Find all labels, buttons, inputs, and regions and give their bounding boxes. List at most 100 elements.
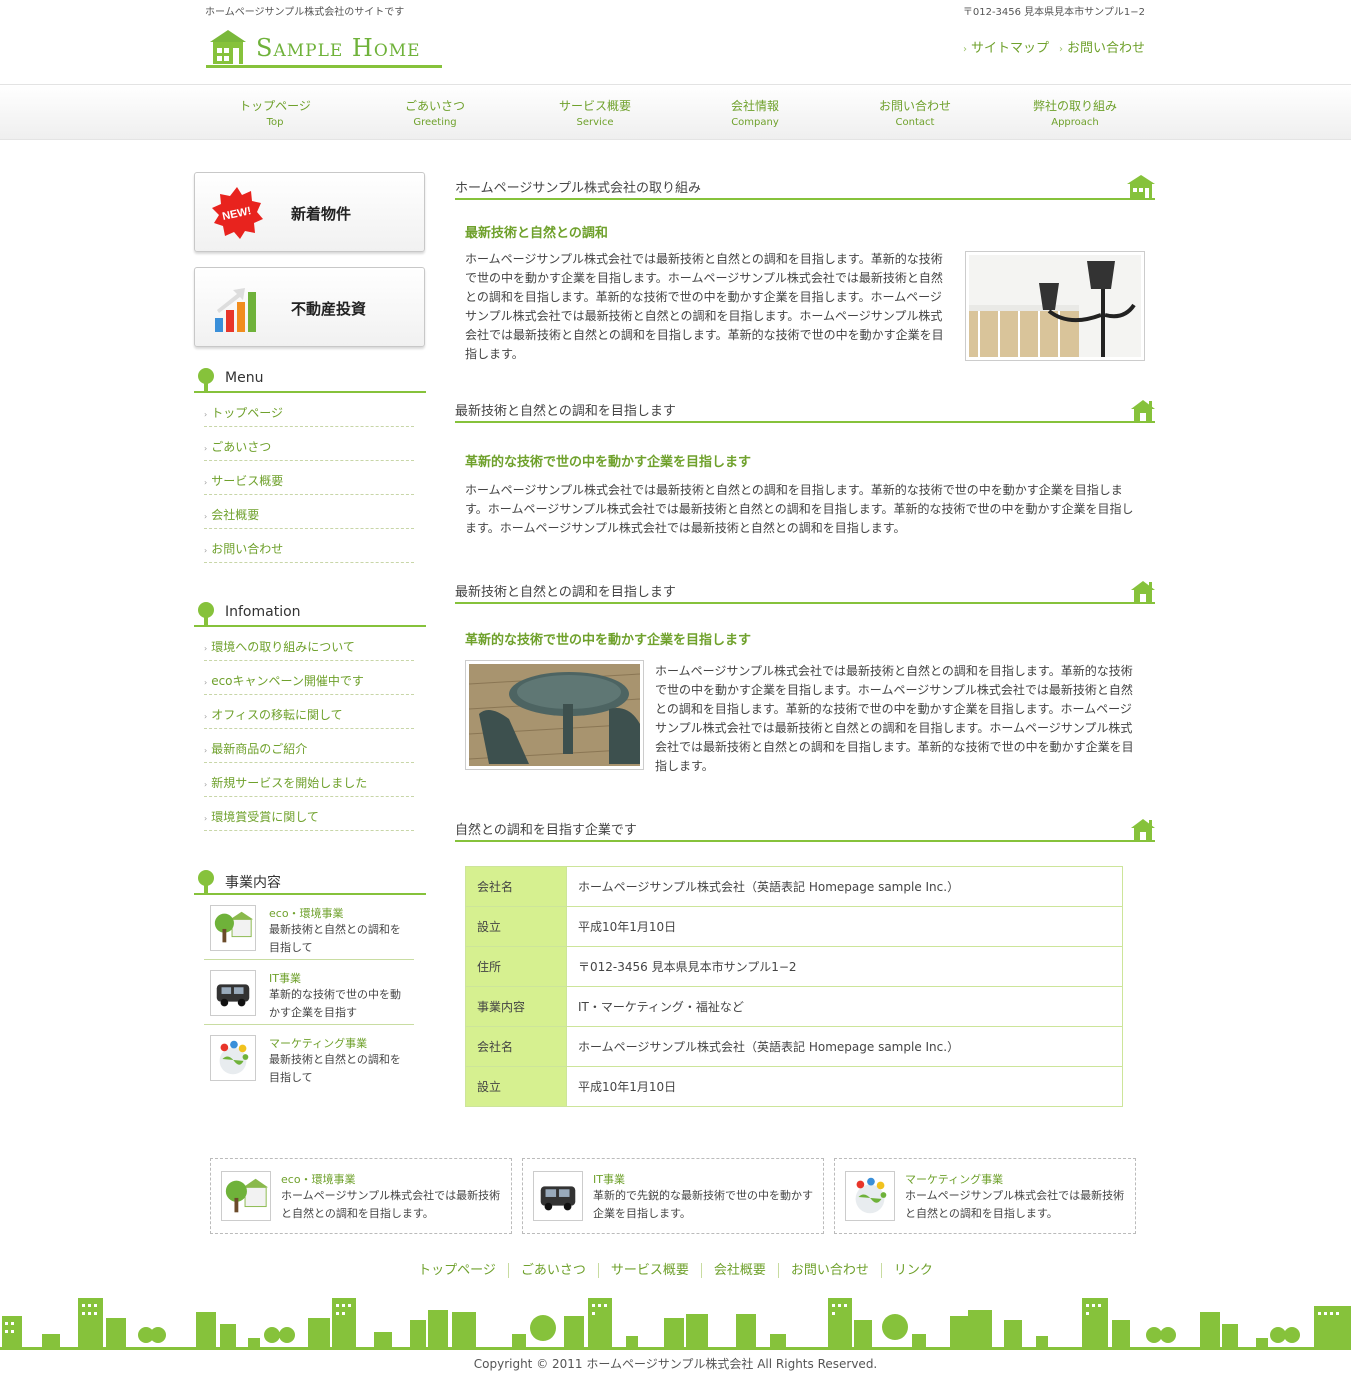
footer-nav-contact[interactable]: お問い合わせ [778,1263,882,1278]
gnav-contact[interactable]: お問い合わせ Contact [835,85,995,140]
info-item[interactable]: › 最新商品のご紹介 [204,729,414,763]
gnav-sublabel: Contact [895,117,935,128]
footer-nav-links[interactable]: リンク [882,1263,945,1278]
gnav-label: お問い合わせ [878,99,951,113]
section-company-profile: 自然との調和を目指す企業です 会社名 ホームページサンプル株式会社（英語表記 Ho… [455,814,1155,1107]
section-title: ホームページサンプル株式会社の取り組み [455,181,701,196]
gnav-service[interactable]: サービス概要 Service [515,85,675,140]
table-key: 設立 [465,906,567,947]
real-estate-investment-button[interactable]: 不動産投資 [194,267,425,347]
footer-box-it[interactable]: IT事業 革新的で先鋭的な最新技術で世の中を動かす企業を目指します。 [522,1158,824,1234]
info-item-label: 環境賞受賞に関して [211,810,319,824]
footer-box-marketing[interactable]: マーケティング事業 ホームページサンプル株式会社では最新技術と自然との調和を目指… [834,1158,1136,1234]
eco-house-icon [210,905,256,951]
table-row: 設立 平成10年1月10日 [465,906,1123,947]
small-house-icon [1131,819,1155,840]
arrow-right-icon: › [962,44,967,55]
business-item-title: IT事業 [269,972,301,985]
small-house-icon [1131,581,1155,602]
tree-icon [198,368,214,391]
table-value: IT・マーケティング・福祉など [566,986,1123,1027]
house-logo-icon [210,30,246,64]
menu-item-label: サービス概要 [211,474,284,488]
contact-link[interactable]: › お問い合わせ [1059,37,1145,56]
arrow-right-icon: › [204,746,208,755]
gnav-label: 弊社の取り組み [1032,99,1117,113]
footer-box-title: IT事業 [593,1173,625,1186]
footer-nav-service[interactable]: サービス概要 [598,1263,702,1278]
menu-heading: Menu [194,367,426,393]
menu-item[interactable]: › 会社概要 [204,495,414,529]
arrow-right-icon: › [204,410,208,419]
table-key: 会社名 [465,866,567,907]
header-links: › サイトマップ › お問い合わせ [963,37,1145,56]
tree-icon [198,870,214,893]
info-item[interactable]: › ecoキャンペーン開催中です [204,661,414,695]
cityscape-illustration [0,1298,1351,1350]
footer-nav-top[interactable]: トップページ [406,1263,509,1278]
menu-item-label: 会社概要 [211,508,260,522]
table-value: ホームページサンプル株式会社（英語表記 Homepage sample Inc.… [566,866,1123,907]
business-item-title: eco・環境事業 [269,907,344,920]
real-estate-investment-label: 不動産投資 [291,300,367,318]
footer-box-eco[interactable]: eco・環境事業 ホームページサンプル株式会社では最新技術と自然との調和を目指し… [210,1158,512,1234]
footer-nav-greeting[interactable]: ごあいさつ [508,1263,599,1278]
car-icon [210,970,256,1016]
business-list: eco・環境事業 最新技術と自然との調和を目指して IT事業 革新的な技術で世の… [204,895,414,1090]
menu-item[interactable]: › トップページ [204,393,414,427]
gnav-approach[interactable]: 弊社の取り組み Approach [995,85,1155,140]
business-item-title: マーケティング事業 [269,1037,368,1050]
gnav-sublabel: Service [576,117,614,128]
info-item-label: 最新商品のご紹介 [211,742,308,756]
info-item[interactable]: › 環境への取り組みについて [204,627,414,661]
menu-item[interactable]: › お問い合わせ [204,529,414,563]
gnav-sublabel: Approach [1051,117,1099,128]
arrow-right-icon: › [204,814,208,823]
business-item[interactable]: マーケティング事業 最新技術と自然との調和を目指して [204,1025,414,1090]
site-logo[interactable]: Sample Home [206,28,442,70]
info-item[interactable]: › 新規サービスを開始しました [204,763,414,797]
gnav-label: サービス概要 [558,99,631,113]
info-item[interactable]: › 環境賞受賞に関して [204,797,414,831]
menu-item-label: ごあいさつ [211,440,272,454]
eco-house-icon [221,1171,271,1221]
info-item[interactable]: › オフィスの移転に関して [204,695,414,729]
car-icon [533,1171,583,1221]
contact-label: お問い合わせ [1066,41,1145,56]
business-item-desc: 革新的な技術で世の中を動かす企業を目指す [269,988,401,1019]
table-value: 平成10年1月10日 [566,1066,1123,1107]
global-nav: トップページ Top ごあいさつ Greeting サービス概要 Service 会社… [0,84,1351,140]
table-row: 設立 平成10年1月10日 [465,1066,1123,1107]
business-item[interactable]: eco・環境事業 最新技術と自然との調和を目指して [204,895,414,960]
business-item-desc: 最新技術と自然との調和を目指して [269,1053,401,1084]
business-heading: 事業内容 [194,869,426,895]
section-title: 最新技術と自然との調和を目指します [455,585,676,600]
menu-item[interactable]: › ごあいさつ [204,427,414,461]
info-item-label: ecoキャンペーン開催中です [211,674,364,688]
info-list: › 環境への取り組みについて › ecoキャンペーン開催中です › オフィスの移転に関… [204,627,414,831]
gnav-top[interactable]: トップページ Top [195,85,355,140]
new-properties-button[interactable]: NEW! 新着物件 [194,172,425,252]
section-subtitle: 革新的な技術で世の中を動かす企業を目指します [465,455,752,470]
arrow-right-icon: › [204,712,208,721]
gnav-company[interactable]: 会社情報 Company [675,85,835,140]
gnav-label: ごあいさつ [404,99,465,113]
logo-text: Sample Home [256,34,421,62]
footer-nav-company[interactable]: 会社概要 [701,1263,779,1278]
footer-box-desc: 革新的で先鋭的な最新技術で世の中を動かす企業を目指します。 [593,1189,813,1220]
section-text: ホームページサンプル株式会社では最新技術と自然との調和を目指します。革新的な技術… [655,664,1134,773]
gnav-greeting[interactable]: ごあいさつ Greeting [355,85,515,140]
arrow-right-icon: › [204,644,208,653]
garden-table-image [468,664,641,766]
logo-underline [206,65,442,68]
business-item[interactable]: IT事業 革新的な技術で世の中を動かす企業を目指す [204,960,414,1025]
menu-item[interactable]: › サービス概要 [204,461,414,495]
globe-icon [210,1035,256,1081]
table-row: 会社名 ホームページサンプル株式会社（英語表記 Homepage sample I… [465,1026,1123,1067]
lamp-photo [965,251,1145,361]
section-title: 最新技術と自然との調和を目指します [455,404,676,419]
new-badge-icon: NEW! [212,187,263,239]
gnav-sublabel: Top [266,117,284,128]
section-subtitle: 最新技術と自然との調和 [465,226,608,241]
sitemap-link[interactable]: › サイトマップ [963,37,1049,56]
